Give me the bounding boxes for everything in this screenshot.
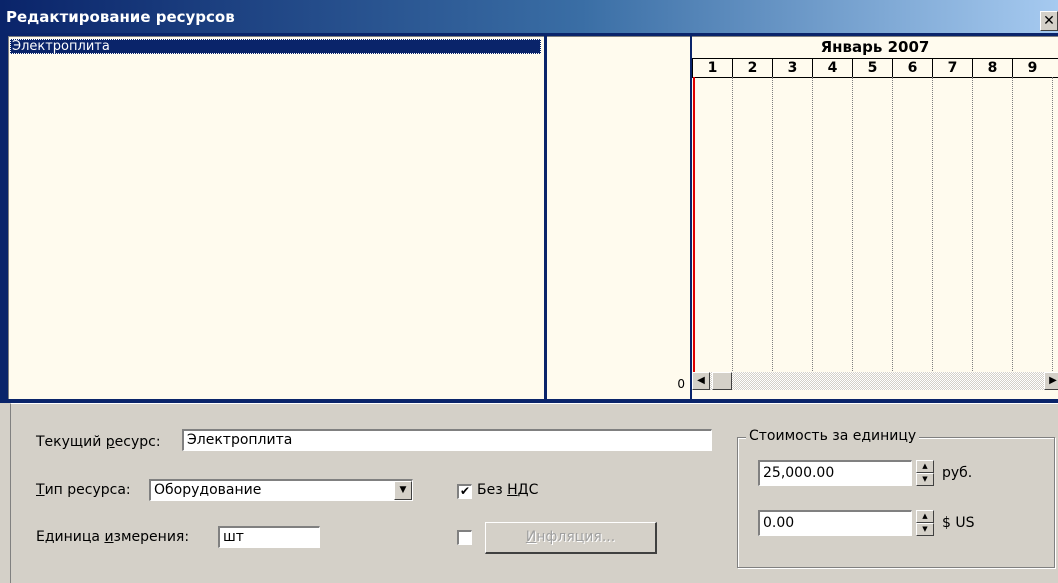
month-header: Январь 2007 <box>820 38 930 56</box>
window-title: Редактирование ресурсов <box>6 8 235 26</box>
current-resource-label: Текущий ресурс: <box>36 434 161 450</box>
cost-rub-spinner[interactable]: ▲ ▼ <box>916 460 934 486</box>
grid-line <box>1012 77 1013 373</box>
grid-line <box>1052 77 1053 373</box>
scroll-left-button[interactable]: ◀ <box>692 372 710 390</box>
axis-zero-label: 0 <box>677 377 685 391</box>
day-header: 9 <box>1012 59 1052 77</box>
unit-cost-group-title: Стоимость за единицу <box>746 428 920 444</box>
arrow-left-icon: ◀ <box>697 375 705 386</box>
spin-up-icon[interactable]: ▲ <box>916 460 934 473</box>
cost-usd-input[interactable]: 0.00 <box>758 510 912 536</box>
inflation-checkbox[interactable] <box>457 530 472 545</box>
resource-list[interactable]: Электроплита <box>8 36 544 399</box>
grid-line <box>932 77 933 373</box>
day-header: 4 <box>812 59 852 77</box>
day-header: 5 <box>852 59 892 77</box>
scroll-thumb[interactable] <box>712 372 732 390</box>
no-vat-label[interactable]: Без НДС <box>477 482 538 498</box>
checkmark-icon: ✔ <box>459 484 471 498</box>
spin-down-icon[interactable]: ▼ <box>916 473 934 486</box>
arrow-right-icon: ▶ <box>1049 375 1057 386</box>
resource-details-panel: Текущий ресурс: Электроплита Тип ресурса… <box>10 403 1058 583</box>
unit-input[interactable]: шт <box>218 526 320 548</box>
inflation-button[interactable]: Инфляция... <box>485 522 657 554</box>
spin-down-icon[interactable]: ▼ <box>916 523 934 536</box>
grid-line <box>732 77 733 373</box>
chevron-down-icon: ▼ <box>399 485 407 495</box>
usage-pane: 0 <box>547 36 690 399</box>
day-header-row: 1 2 3 4 5 6 7 8 9 <box>692 58 1058 78</box>
scroll-right-button[interactable]: ▶ <box>1044 372 1058 390</box>
grid-line <box>772 77 773 373</box>
unit-label: Единица измерения: <box>36 529 190 545</box>
close-icon: ✕ <box>1043 13 1055 29</box>
day-header: 6 <box>892 59 932 77</box>
title-bar: Редактирование ресурсов ✕ <box>0 0 1058 33</box>
grid-line <box>812 77 813 373</box>
day-header: 1 <box>692 59 732 77</box>
day-header: 2 <box>732 59 772 77</box>
day-header: 8 <box>972 59 1012 77</box>
cost-usd-unit: $ US <box>942 515 975 531</box>
no-vat-checkbox[interactable]: ✔ <box>457 484 472 499</box>
resource-type-select[interactable]: Оборудование ▼ <box>149 479 413 501</box>
grid-line <box>892 77 893 373</box>
day-header: 3 <box>772 59 812 77</box>
grid-line <box>852 77 853 373</box>
day-header: 7 <box>932 59 972 77</box>
close-button[interactable]: ✕ <box>1040 11 1058 31</box>
current-resource-input[interactable]: Электроплита <box>182 429 712 451</box>
resource-type-label: Тип ресурса: <box>36 482 131 498</box>
cost-rub-input[interactable]: 25,000.00 <box>758 460 912 486</box>
dropdown-button[interactable]: ▼ <box>394 481 412 500</box>
cost-usd-spinner[interactable]: ▲ ▼ <box>916 510 934 536</box>
gantt-horizontal-scrollbar[interactable]: ◀ ▶ <box>692 372 1058 390</box>
unit-cost-group: Стоимость за единицу 25,000.00 ▲ ▼ руб. … <box>737 428 1055 568</box>
current-date-marker <box>693 77 695 373</box>
spin-up-icon[interactable]: ▲ <box>916 510 934 523</box>
cost-rub-unit: руб. <box>942 465 973 481</box>
list-item[interactable]: Электроплита <box>10 39 541 54</box>
gantt-calendar[interactable]: Январь 2007 1 2 3 4 5 6 7 8 9 <box>692 36 1058 399</box>
grid-line <box>972 77 973 373</box>
